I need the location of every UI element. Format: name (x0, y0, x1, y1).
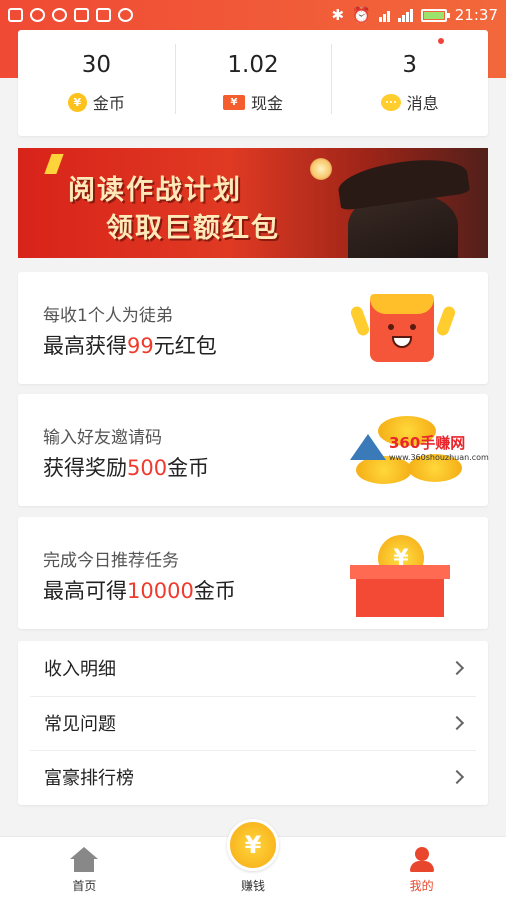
bottom-nav: 首页 ¥ 赚钱 我的 (0, 819, 506, 900)
messages-value: 3 (402, 52, 417, 78)
stats-card: 30 ¥ 金币 1.02 ¥ 现金 3 消息 (18, 30, 488, 136)
chat-notification-icon (8, 8, 23, 22)
app-notification-icon (30, 8, 45, 22)
unread-dot (438, 38, 445, 44)
system-icons: ✱ ⏰ 21:37 (332, 6, 499, 24)
notification-icons (8, 8, 133, 22)
banner-title-line2: 领取巨额红包 (106, 213, 280, 244)
watermark-logo: 360手赚网 www.360shouzhuan.com (350, 432, 489, 462)
red-envelope-icon (348, 290, 458, 370)
nav-label: 赚钱 (241, 879, 266, 893)
earn-coin-icon: ¥ (227, 819, 279, 871)
chevron-right-icon (449, 770, 465, 785)
messages-label: 消息 (406, 94, 439, 113)
stat-cash[interactable]: 1.02 ¥ 现金 (174, 30, 332, 136)
menu-item-label: 常见问题 (44, 713, 116, 735)
lightning-icon (44, 154, 64, 174)
warrior-hat (335, 153, 471, 211)
battery-icon (420, 8, 450, 22)
gift-box-coin-icon: ¥ (348, 535, 458, 617)
nav-earn[interactable]: ¥ 赚钱 (169, 819, 338, 900)
banner-title-line1: 阅读作战计划 (68, 175, 242, 206)
nav-home[interactable]: 首页 (0, 837, 169, 900)
trash-notification-icon (96, 8, 111, 22)
coins-label: 金币 (92, 94, 125, 113)
cash-icon: ¥ (223, 94, 245, 110)
menu-list: 收入明细 常见问题 富豪排行榜 (18, 641, 488, 805)
wechat-notification-icon (52, 8, 67, 22)
nav-me[interactable]: 我的 (337, 837, 506, 900)
bluetooth-icon: ✱ (331, 6, 345, 24)
menu-item-label: 收入明细 (44, 659, 116, 681)
promo-headline: 最高获得99元红包 (43, 334, 217, 358)
stat-coins[interactable]: 30 ¥ 金币 (18, 30, 175, 136)
coins-value: 30 (81, 52, 111, 78)
home-icon (70, 847, 99, 873)
cash-label-row: ¥ 现金 (223, 90, 283, 114)
menu-item-faq[interactable]: 常见问题 (18, 695, 488, 751)
coins-label-row: ¥ 金币 (67, 90, 125, 114)
image-notification-icon (74, 8, 89, 22)
coin-icon: ¥ (67, 92, 87, 112)
smiley-notification-icon (118, 8, 133, 22)
chevron-right-icon (449, 661, 465, 676)
clock: 21:37 (454, 6, 498, 24)
cash-label: 现金 (251, 94, 284, 113)
promo-subtitle: 每收1个人为徒弟 (43, 306, 173, 326)
watermark-triangle-icon (350, 434, 386, 460)
status-bar: ✱ ⏰ 21:37 (0, 0, 506, 30)
promo-headline: 最高可得10000金币 (43, 579, 236, 603)
battery-fill (423, 11, 444, 19)
chevron-right-icon (449, 715, 465, 730)
menu-item-leaderboard[interactable]: 富豪排行榜 (18, 750, 488, 805)
promo-headline: 获得奖励500金币 (43, 456, 210, 480)
menu-item-income-details[interactable]: 收入明细 (18, 641, 488, 696)
watermark-name: 360手赚网 (389, 434, 466, 452)
messages-label-row: 消息 (380, 90, 439, 114)
wifi-icon (378, 9, 390, 22)
watermark-url: www.360shouzhuan.com (389, 453, 489, 462)
alarm-icon: ⏰ (352, 6, 371, 24)
promo-subtitle: 输入好友邀请码 (43, 428, 162, 448)
menu-item-label: 富豪排行榜 (44, 768, 134, 790)
profile-icon (409, 847, 435, 873)
reading-plan-banner[interactable]: 阅读作战计划 领取巨额红包 (18, 148, 488, 258)
signal-icon (397, 8, 413, 22)
promo-card-daily-tasks[interactable]: 完成今日推荐任务 最高可得10000金币 ¥ (18, 517, 488, 629)
promo-card-apprentice[interactable]: 每收1个人为徒弟 最高获得99元红包 (18, 272, 488, 384)
nav-label: 我的 (409, 879, 434, 893)
cash-value: 1.02 (227, 52, 279, 78)
moon-icon (310, 158, 332, 180)
promo-subtitle: 完成今日推荐任务 (43, 551, 179, 571)
nav-label: 首页 (72, 879, 97, 893)
message-icon (380, 93, 401, 111)
stat-messages[interactable]: 3 消息 (331, 30, 488, 136)
